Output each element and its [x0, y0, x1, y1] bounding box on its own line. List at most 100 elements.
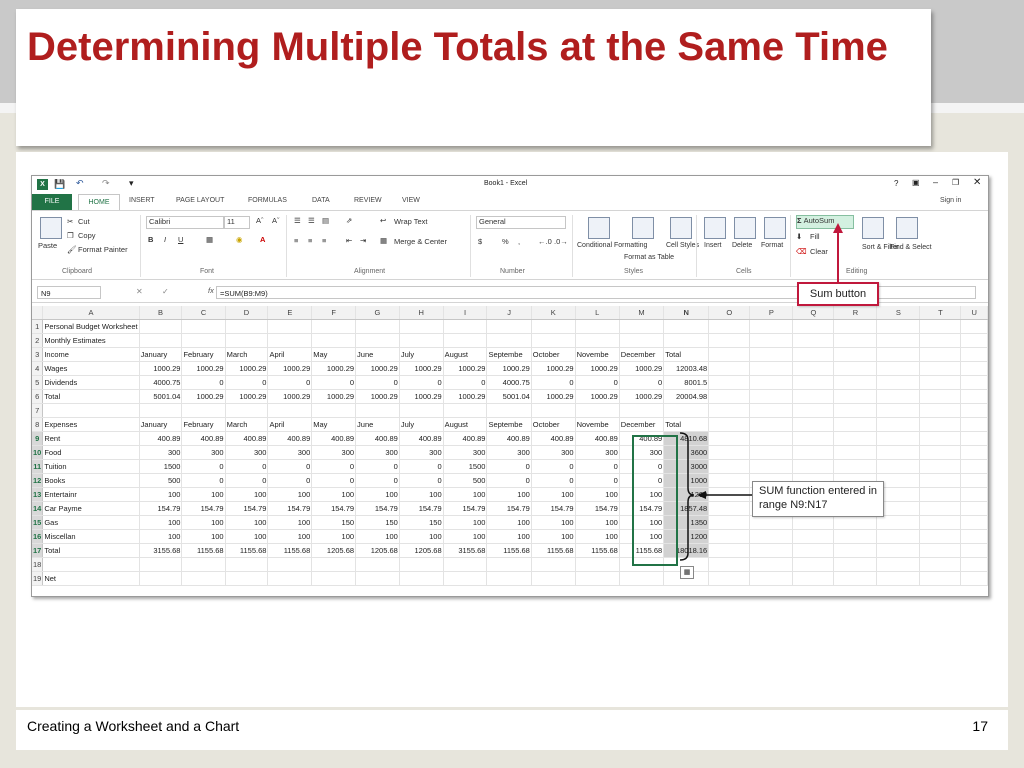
- column-header-i[interactable]: I: [443, 306, 488, 320]
- cell[interactable]: [708, 431, 751, 446]
- cell[interactable]: [575, 571, 620, 586]
- cell[interactable]: 1000.29: [355, 389, 400, 404]
- delete-cells-button[interactable]: Delete: [732, 242, 752, 249]
- cell[interactable]: [443, 571, 488, 586]
- cell[interactable]: 1000.29: [267, 389, 313, 404]
- cell[interactable]: 1155.68: [575, 543, 620, 558]
- cell[interactable]: 5001.04: [139, 389, 183, 404]
- merge-center-button[interactable]: Merge & Center: [394, 237, 447, 246]
- cell[interactable]: [225, 557, 269, 572]
- row-header[interactable]: 18: [32, 557, 44, 572]
- tab-view[interactable]: VIEW: [402, 197, 420, 204]
- cell[interactable]: [749, 557, 794, 572]
- cell[interactable]: [876, 459, 921, 474]
- cell[interactable]: [619, 333, 665, 348]
- insert-cells-button[interactable]: Insert: [704, 242, 722, 249]
- cell[interactable]: [708, 389, 751, 404]
- cell[interactable]: 100: [486, 487, 532, 502]
- cell[interactable]: 100: [355, 529, 400, 544]
- cell[interactable]: 4810.68: [663, 431, 710, 446]
- cell[interactable]: [919, 445, 962, 460]
- cell[interactable]: [619, 557, 665, 572]
- number-format-select[interactable]: General: [476, 216, 566, 229]
- orientation-icon[interactable]: ⇗: [346, 216, 352, 225]
- cell[interactable]: [919, 417, 962, 432]
- cell[interactable]: 0: [355, 375, 400, 390]
- format-cells-icon[interactable]: [764, 217, 786, 239]
- cell[interactable]: 400.89: [399, 431, 444, 446]
- cell[interactable]: [919, 319, 962, 334]
- top-align-icon[interactable]: ☰: [294, 216, 301, 225]
- cell[interactable]: 0: [486, 473, 532, 488]
- tab-home[interactable]: HOME: [78, 194, 120, 211]
- cell[interactable]: [876, 571, 921, 586]
- column-header-t[interactable]: T: [919, 306, 962, 320]
- percent-style-icon[interactable]: %: [502, 237, 509, 246]
- cell[interactable]: [792, 333, 835, 348]
- cell[interactable]: Net: [42, 571, 140, 586]
- cell[interactable]: 3000: [663, 459, 710, 474]
- cell[interactable]: March: [225, 347, 269, 362]
- cell[interactable]: [749, 417, 794, 432]
- cell[interactable]: [960, 319, 988, 334]
- cell[interactable]: 0: [619, 473, 665, 488]
- cell[interactable]: October: [531, 347, 576, 362]
- cell[interactable]: [575, 557, 620, 572]
- cell[interactable]: [708, 515, 751, 530]
- cell[interactable]: May: [311, 417, 357, 432]
- cell[interactable]: 1500: [139, 459, 183, 474]
- insert-cells-icon[interactable]: [704, 217, 726, 239]
- cell[interactable]: 1000.29: [486, 361, 532, 376]
- cell[interactable]: 500: [139, 473, 183, 488]
- cell[interactable]: 1000.29: [139, 361, 183, 376]
- cell[interactable]: 0: [311, 459, 357, 474]
- increase-indent-icon[interactable]: ⇥: [360, 236, 366, 245]
- cell[interactable]: [876, 333, 921, 348]
- cell[interactable]: 100: [139, 487, 183, 502]
- underline-icon[interactable]: U: [178, 235, 183, 244]
- cell[interactable]: [960, 347, 988, 362]
- cell[interactable]: [876, 557, 921, 572]
- cell[interactable]: [663, 403, 710, 418]
- italic-icon[interactable]: I: [164, 235, 166, 244]
- decrease-decimal-icon[interactable]: .0→: [554, 237, 568, 246]
- cell[interactable]: Gas: [42, 515, 140, 530]
- cell[interactable]: [531, 557, 576, 572]
- cell[interactable]: 1500: [443, 459, 488, 474]
- ribbon-display-icon[interactable]: ▣: [912, 178, 920, 187]
- align-left-icon[interactable]: ≡: [294, 236, 298, 245]
- cell[interactable]: Septembe: [486, 347, 532, 362]
- cell[interactable]: [919, 501, 962, 516]
- cell[interactable]: [311, 403, 357, 418]
- cell[interactable]: [749, 431, 794, 446]
- cell[interactable]: [575, 319, 620, 334]
- copy-icon[interactable]: ❐: [67, 231, 74, 240]
- cell[interactable]: [311, 571, 357, 586]
- cell[interactable]: 150: [399, 515, 444, 530]
- cell[interactable]: 300: [139, 445, 183, 460]
- cell[interactable]: [486, 557, 532, 572]
- cell[interactable]: [355, 403, 400, 418]
- increase-decimal-icon[interactable]: ←.0: [538, 237, 552, 246]
- cell[interactable]: [267, 319, 313, 334]
- cell[interactable]: 1000.29: [399, 361, 444, 376]
- cell[interactable]: [876, 543, 921, 558]
- cell[interactable]: Books: [42, 473, 140, 488]
- cell[interactable]: 400.89: [139, 431, 183, 446]
- column-header-j[interactable]: J: [486, 306, 532, 320]
- row-header[interactable]: 12: [32, 473, 44, 488]
- cell[interactable]: 400.89: [267, 431, 313, 446]
- cell[interactable]: [876, 319, 921, 334]
- cell[interactable]: July: [399, 417, 444, 432]
- cell[interactable]: 100: [181, 487, 226, 502]
- row-header[interactable]: 2: [32, 333, 44, 348]
- cell[interactable]: August: [443, 417, 488, 432]
- cell[interactable]: [833, 571, 878, 586]
- restore-icon[interactable]: ❐: [952, 178, 959, 187]
- cell[interactable]: [960, 361, 988, 376]
- cell[interactable]: 0: [355, 459, 400, 474]
- cell[interactable]: [619, 571, 665, 586]
- cell[interactable]: [749, 319, 794, 334]
- cell[interactable]: 0: [531, 459, 576, 474]
- cell[interactable]: 0: [443, 375, 488, 390]
